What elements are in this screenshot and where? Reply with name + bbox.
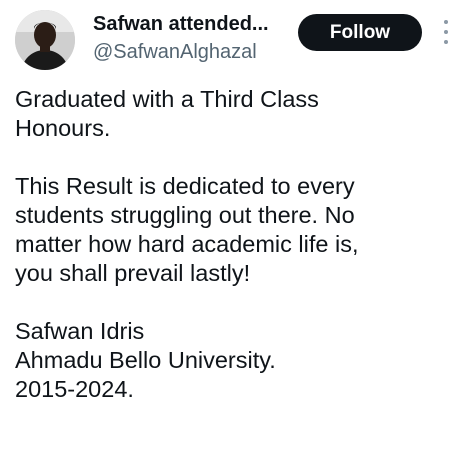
tweet-text: Graduated with a Third Class Honours. Th… [15, 85, 450, 404]
tweet-line: 2015-2024. [15, 376, 134, 402]
tweet-line: Ahmadu Bello University. [15, 347, 276, 373]
tweet-line: Honours. [15, 115, 111, 141]
tweet-line: Safwan Idris [15, 318, 145, 344]
more-vertical-icon[interactable] [440, 18, 452, 46]
user-handle[interactable]: @SafwanAlghazal [93, 40, 293, 64]
tweet-line: students struggling out there. No [15, 202, 355, 228]
tweet-line: This Result is dedicated to every [15, 173, 355, 199]
tweet-line: you shall prevail lastly! [15, 260, 251, 286]
more-dot [444, 30, 448, 34]
display-name[interactable]: Safwan attended... [93, 12, 293, 36]
follow-button[interactable]: Follow [298, 14, 422, 51]
more-dot [444, 20, 448, 24]
profile-photo-icon [15, 10, 75, 70]
user-names: Safwan attended... @SafwanAlghazal [93, 12, 293, 64]
tweet-line: matter how hard academic life is, [15, 231, 359, 257]
tweet-header: Safwan attended... @SafwanAlghazal Follo… [0, 0, 457, 80]
more-dot [444, 40, 448, 44]
tweet-line: Graduated with a Third Class [15, 86, 319, 112]
avatar[interactable] [15, 10, 75, 70]
